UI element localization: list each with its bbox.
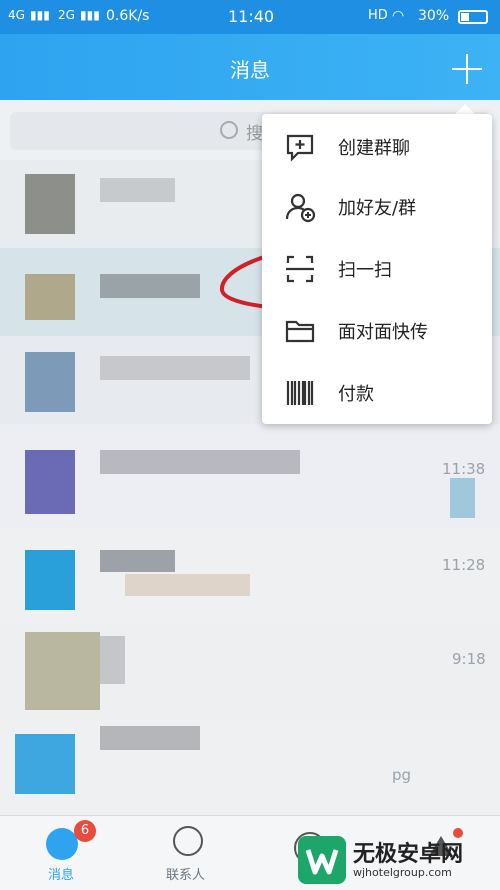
nav-contacts[interactable]: 联系人 bbox=[162, 826, 212, 886]
conversation-name bbox=[100, 550, 175, 572]
menu-item-pay[interactable]: 付款 bbox=[262, 362, 492, 422]
wifi-icon: ◠ bbox=[392, 8, 405, 24]
menu-item-scan[interactable]: 扫一扫 bbox=[262, 238, 492, 298]
battery-percent: 30% bbox=[418, 8, 450, 24]
search-icon bbox=[220, 121, 238, 139]
network-4g: 4G bbox=[8, 8, 25, 22]
plus-icon[interactable] bbox=[450, 52, 484, 86]
message-preview-partial: pg bbox=[392, 766, 412, 784]
hd-indicator: HD bbox=[368, 8, 388, 23]
message-time: 11:28 bbox=[442, 556, 486, 574]
conversation-name bbox=[100, 450, 300, 474]
contacts-icon bbox=[173, 826, 203, 856]
create-group-icon bbox=[286, 134, 314, 162]
conversation-name bbox=[100, 178, 175, 202]
nav-contacts-label: 联系人 bbox=[166, 868, 206, 883]
avatar bbox=[25, 450, 75, 514]
network-2g: 2G bbox=[58, 8, 75, 22]
signal-icon: ▮▮▮ bbox=[30, 8, 50, 22]
avatar bbox=[25, 174, 75, 234]
avatar bbox=[25, 274, 75, 320]
nav-messages[interactable]: 6 消息 bbox=[40, 820, 96, 886]
avatar bbox=[25, 550, 75, 610]
conversation-name bbox=[100, 636, 125, 684]
menu-item-label: 面对面快传 bbox=[338, 322, 428, 343]
menu-item-label: 扫一扫 bbox=[338, 260, 392, 281]
watermark-url: wjhotelgroup.com bbox=[353, 866, 452, 879]
message-preview bbox=[125, 574, 250, 596]
menu-arrow bbox=[455, 104, 475, 114]
add-menu: 创建群聊 加好友/群 扫一扫 面对面快传 付款 bbox=[262, 114, 492, 424]
title-bar: 消息 bbox=[0, 34, 500, 100]
watermark-title: 无极安卓网 bbox=[353, 842, 464, 867]
watermark-logo bbox=[298, 836, 346, 884]
menu-item-label: 付款 bbox=[338, 384, 374, 405]
conversation-name bbox=[100, 356, 250, 380]
list-item[interactable]: 11:38 bbox=[0, 424, 500, 529]
barcode-icon bbox=[286, 381, 314, 405]
folder-icon bbox=[285, 320, 315, 343]
avatar bbox=[25, 352, 75, 412]
conversation-name bbox=[100, 726, 200, 750]
search-placeholder: 搜 bbox=[246, 124, 263, 144]
list-item[interactable]: 9:18 bbox=[0, 622, 500, 721]
battery-icon bbox=[458, 10, 488, 24]
nav-messages-label: 消息 bbox=[48, 868, 75, 883]
network-speed: 0.6K/s bbox=[106, 8, 150, 24]
clock: 11:40 bbox=[228, 7, 275, 26]
message-time: 9:18 bbox=[452, 650, 486, 668]
page-title: 消息 bbox=[230, 58, 270, 82]
message-time: 11:38 bbox=[442, 460, 486, 478]
list-item[interactable]: 11:28 bbox=[0, 528, 500, 623]
add-friend-icon bbox=[285, 193, 316, 223]
signal-icon-2: ▮▮▮ bbox=[80, 8, 100, 22]
conversation-name bbox=[100, 274, 200, 298]
menu-item-face-to-face[interactable]: 面对面快传 bbox=[262, 300, 492, 360]
status-bar: 4G ▮▮▮ 2G ▮▮▮ 0.6K/s 11:40 HD ◠ 30% bbox=[0, 0, 500, 34]
scan-icon bbox=[286, 255, 314, 283]
menu-item-label: 加好友/群 bbox=[338, 198, 417, 219]
list-item[interactable]: pg bbox=[0, 720, 500, 815]
menu-item-label: 创建群聊 bbox=[338, 138, 410, 159]
unread-marker bbox=[450, 478, 475, 518]
avatar bbox=[25, 632, 100, 710]
unread-badge: 6 bbox=[74, 820, 96, 842]
avatar bbox=[15, 734, 75, 794]
menu-item-create-group[interactable]: 创建群聊 bbox=[262, 116, 492, 176]
menu-item-add-friend[interactable]: 加好友/群 bbox=[262, 176, 492, 236]
